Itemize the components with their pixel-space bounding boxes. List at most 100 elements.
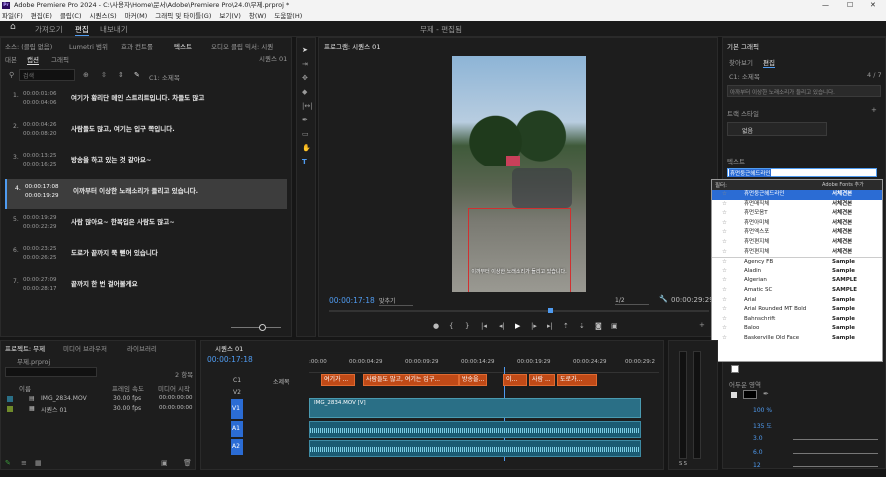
shadow-checkbox[interactable] bbox=[731, 392, 737, 398]
tab-edit[interactable]: 편집 bbox=[75, 24, 89, 36]
wrench-icon[interactable]: 🔧 bbox=[659, 295, 668, 303]
subtab-graphics[interactable]: 그래픽 bbox=[51, 54, 69, 64]
home-icon[interactable]: ⌂ bbox=[10, 22, 16, 32]
graphics-preview[interactable]: 아까부터 이상한 노래소리가 들리고 있습니다. bbox=[727, 85, 881, 97]
add-icon[interactable]: ⊕ bbox=[83, 71, 89, 79]
tab-lumetri[interactable]: Lumetri 범위 bbox=[69, 41, 108, 51]
more-icon[interactable]: + bbox=[699, 321, 705, 329]
mark-out-icon[interactable]: } bbox=[465, 322, 469, 330]
caption-clip[interactable]: 사람 ... bbox=[529, 374, 555, 386]
menu-clip[interactable]: 클립(C) bbox=[60, 12, 82, 20]
track-select-icon[interactable]: ⇥ bbox=[302, 60, 308, 68]
menu-marker[interactable]: 마커(M) bbox=[125, 12, 148, 20]
minimize-button[interactable]: — bbox=[822, 0, 829, 11]
font-option[interactable]: ☆ Arial Rounded MT Bold Sample bbox=[712, 305, 882, 315]
list-view-icon[interactable]: ≡ bbox=[21, 459, 27, 467]
time-ruler[interactable]: :00:00 00:00:04:29 00:00:09:29 00:00:14:… bbox=[309, 359, 659, 373]
eyedropper-icon[interactable]: ✒ bbox=[763, 390, 769, 398]
font-option[interactable]: ☆ 휴먼아미체 서체견본 bbox=[712, 219, 882, 229]
tab-library[interactable]: 라이브러리 bbox=[127, 343, 157, 353]
font-option-selected[interactable]: ☆ 휴먼둥근헤드라인 서체견본 bbox=[712, 190, 882, 200]
search-input[interactable]: 검색 bbox=[19, 69, 75, 81]
add-style-icon[interactable]: + bbox=[871, 106, 877, 114]
tab-export[interactable]: 내보내기 bbox=[100, 24, 128, 35]
resolution-dropdown[interactable]: 1/2 bbox=[615, 297, 649, 305]
opacity-value[interactable]: 100 % bbox=[753, 407, 772, 414]
font-option[interactable]: ☆ 휴먼편지체 서체견본 bbox=[712, 248, 882, 258]
font-option[interactable]: ☆ Baskerville Old Face Sample bbox=[712, 334, 882, 344]
font-dropdown[interactable]: 휴먼둥근헤드라인 bbox=[727, 168, 877, 177]
track-a2-target[interactable]: A2 bbox=[231, 439, 243, 455]
caption-clip[interactable]: 여기가 ... bbox=[321, 374, 355, 386]
step-forward-icon[interactable]: |▸ bbox=[531, 322, 537, 330]
tab-browse[interactable]: 찾아보기 bbox=[729, 57, 753, 67]
font-option[interactable]: ☆ Aladin Sample bbox=[712, 267, 882, 277]
tab-audio-mixer[interactable]: 오디오 클립 믹서: 시퀀 bbox=[211, 41, 273, 51]
menu-graphics[interactable]: 그래픽 및 타이틀(G) bbox=[155, 12, 211, 20]
trash-icon[interactable]: 🗑 bbox=[183, 459, 192, 467]
type-tool-icon[interactable]: T bbox=[302, 158, 307, 166]
pen-icon[interactable]: ✒ bbox=[302, 116, 308, 124]
solo-buttons[interactable]: S S bbox=[679, 461, 687, 467]
razor-icon[interactable]: ◆ bbox=[302, 88, 307, 96]
program-timecode[interactable]: 00:00:17:18 bbox=[329, 296, 375, 305]
font-option[interactable]: ☆ Algerian SAMPLE bbox=[712, 276, 882, 286]
track-a1-target[interactable]: A1 bbox=[231, 421, 243, 437]
zoom-slider[interactable] bbox=[231, 327, 281, 328]
caption-row[interactable]: 2. 00:00:04:26 00:00:08:20 사람들도 많고, 여기는 입구 … bbox=[1, 117, 293, 147]
slider[interactable] bbox=[793, 453, 878, 454]
play-icon[interactable]: ▶ bbox=[515, 322, 520, 330]
angle-value[interactable]: 135 도 bbox=[753, 421, 772, 430]
tab-effects[interactable]: 효과 컨트롤 bbox=[121, 41, 153, 51]
font-option[interactable]: ☆ 휴먼편지체 서체견본 bbox=[712, 238, 882, 248]
blur-value[interactable]: 12 bbox=[753, 462, 761, 469]
font-option[interactable]: ☆ 휴먼모음T 서체견본 bbox=[712, 209, 882, 219]
font-option[interactable]: ☆ Bahnschrift Sample bbox=[712, 315, 882, 325]
ripple-edit-icon[interactable]: ✥ bbox=[302, 74, 308, 82]
tab-media-browser[interactable]: 미디어 브라우저 bbox=[63, 343, 107, 353]
font-option[interactable]: ☆ Baloo Sample bbox=[712, 324, 882, 334]
menu-file[interactable]: 파일(F) bbox=[2, 12, 23, 20]
caption-clip[interactable]: 도로가... bbox=[557, 374, 597, 386]
goto-in-icon[interactable]: |◂ bbox=[481, 322, 487, 330]
menu-help[interactable]: 도움말(H) bbox=[274, 12, 302, 20]
track-v1-target[interactable]: V1 bbox=[231, 399, 243, 419]
mark-in-icon[interactable]: { bbox=[449, 322, 453, 330]
caption-row-selected[interactable]: 4. 00:00:17:08 00:00:19:29 이까부터 이상한 노래소리가 들… bbox=[5, 179, 287, 209]
caption-row[interactable]: 5. 00:00:19:29 00:00:22:29 사람 많아요~ 한복입은 사람도… bbox=[1, 210, 293, 240]
new-item-icon[interactable]: ▣ bbox=[161, 459, 168, 467]
size-value[interactable]: 6.0 bbox=[753, 449, 763, 456]
caption-clip[interactable]: 이... bbox=[503, 374, 527, 386]
menu-sequence[interactable]: 시퀀스(S) bbox=[90, 12, 117, 20]
audio-clip-a1[interactable] bbox=[309, 421, 641, 438]
col-media-start[interactable]: 미디어 시작 bbox=[158, 383, 190, 393]
audio-clip-a2[interactable] bbox=[309, 440, 641, 457]
fit-dropdown[interactable]: 맞추기 bbox=[379, 296, 413, 306]
icon-view-icon[interactable]: ▦ bbox=[35, 459, 42, 467]
slider[interactable] bbox=[793, 466, 878, 467]
col-fps[interactable]: 프레임 속도 bbox=[112, 383, 144, 393]
tab-graphics-edit[interactable]: 편집 bbox=[763, 57, 775, 68]
merge-icon[interactable]: ⇳ bbox=[101, 71, 107, 79]
pencil-icon[interactable]: ✎ bbox=[134, 71, 140, 79]
goto-out-icon[interactable]: ▸| bbox=[547, 322, 553, 330]
font-option[interactable]: ☆ Arial Sample bbox=[712, 296, 882, 306]
fill-swatch[interactable] bbox=[731, 365, 739, 373]
playhead-bar[interactable] bbox=[329, 310, 709, 312]
tab-import[interactable]: 가져오기 bbox=[35, 24, 63, 35]
menu-window[interactable]: 창(W) bbox=[249, 12, 266, 20]
col-name[interactable]: 이름 bbox=[19, 383, 31, 393]
step-back-icon[interactable]: ◂| bbox=[499, 322, 505, 330]
font-option[interactable]: ☆ Agency FB Sample bbox=[712, 257, 882, 267]
font-option[interactable]: ☆ 휴먼엑스포 서체견본 bbox=[712, 228, 882, 238]
selection-tool-icon[interactable]: ➤ bbox=[302, 46, 308, 54]
tab-text[interactable]: 텍스트 bbox=[174, 41, 192, 51]
slider[interactable] bbox=[793, 439, 878, 440]
adobe-fonts-link[interactable]: Adobe Fonts 추가 bbox=[822, 181, 864, 188]
slip-icon[interactable]: |↔| bbox=[302, 102, 313, 110]
project-item[interactable]: ▦ 시퀀스 01 30.00 fps 00:00:00:00 bbox=[1, 404, 197, 414]
vr-icon[interactable]: ▣ bbox=[611, 322, 618, 330]
zoom-slider-handle[interactable] bbox=[259, 324, 266, 331]
subtab-captions[interactable]: 캡션 bbox=[27, 54, 39, 65]
project-item[interactable]: ▤ IMG_2834.MOV 30.00 fps 00:00:00:00 bbox=[1, 394, 197, 404]
